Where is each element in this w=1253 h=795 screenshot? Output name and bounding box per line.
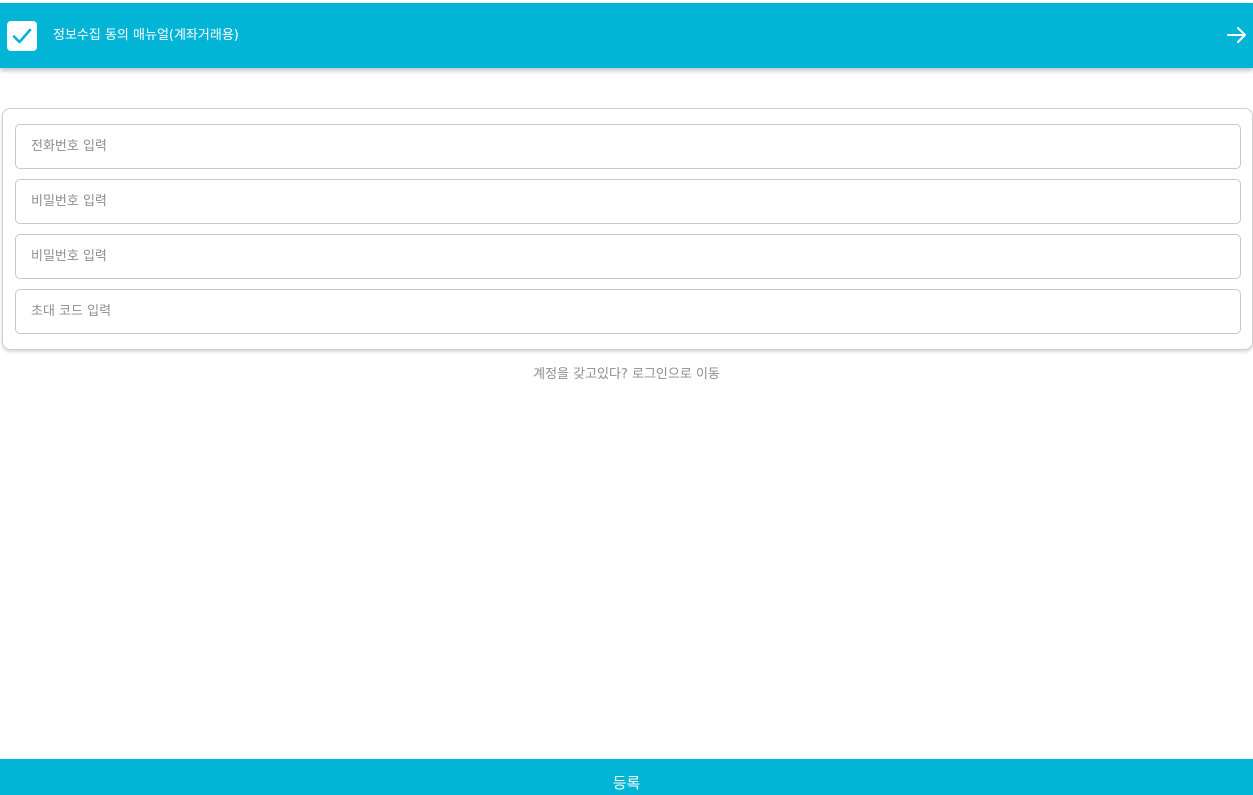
consent-label[interactable]: 정보수집 동의 매뉴얼(계좌거래용)	[53, 27, 239, 45]
consent-checkbox[interactable]	[7, 21, 37, 51]
registration-form	[2, 108, 1253, 350]
password-confirm-input[interactable]	[15, 234, 1241, 279]
phone-input[interactable]	[15, 124, 1241, 169]
top-bar: 정보수집 동의 매뉴얼(계좌거래용)	[0, 3, 1253, 68]
register-button[interactable]: 등록	[0, 759, 1253, 795]
password-input[interactable]	[15, 179, 1241, 224]
login-link[interactable]: 계정을 갖고있다? 로그인으로 이동	[0, 363, 1253, 382]
next-arrow-button[interactable]	[1225, 23, 1249, 47]
arrow-right-icon	[1227, 27, 1246, 43]
check-icon	[12, 28, 32, 44]
invite-code-input[interactable]	[15, 289, 1241, 334]
